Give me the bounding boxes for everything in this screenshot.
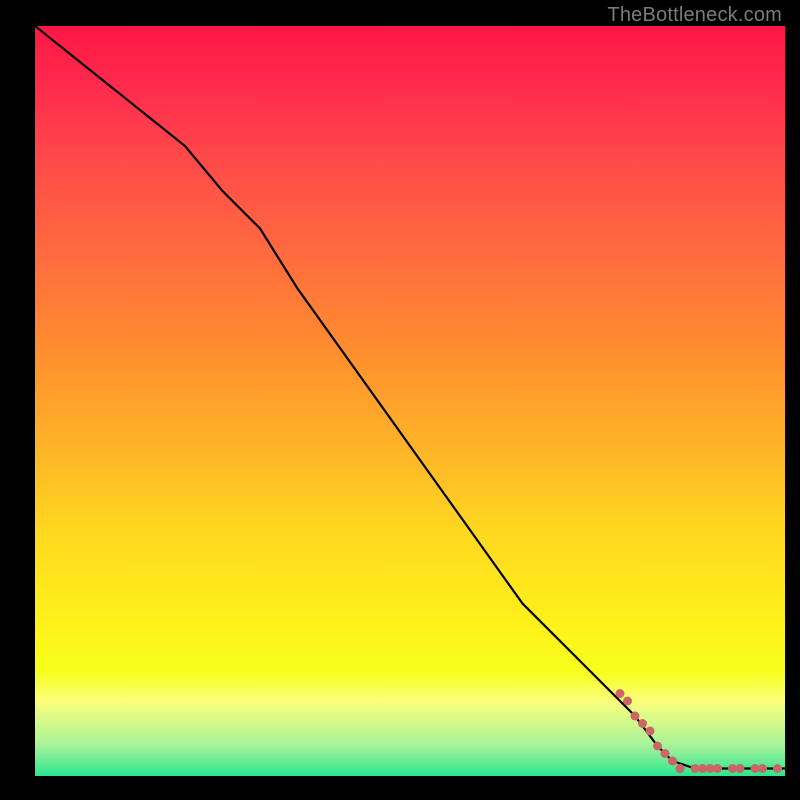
marker-point xyxy=(713,764,722,773)
bottleneck-curve-line xyxy=(35,26,785,769)
chart-overlay xyxy=(35,26,785,776)
tail-markers-group xyxy=(616,689,783,773)
plot-area xyxy=(35,26,785,776)
chart-frame: TheBottleneck.com xyxy=(0,0,800,800)
marker-point xyxy=(773,764,782,773)
marker-point xyxy=(758,764,767,773)
watermark-text: TheBottleneck.com xyxy=(607,4,782,27)
marker-point xyxy=(623,697,632,706)
marker-point xyxy=(676,764,685,773)
marker-point xyxy=(616,689,625,698)
marker-point xyxy=(668,757,677,766)
marker-point xyxy=(736,764,745,773)
marker-point xyxy=(653,742,662,751)
marker-point xyxy=(638,719,647,728)
marker-point xyxy=(631,712,640,721)
marker-point xyxy=(661,749,670,758)
marker-point xyxy=(646,727,655,736)
